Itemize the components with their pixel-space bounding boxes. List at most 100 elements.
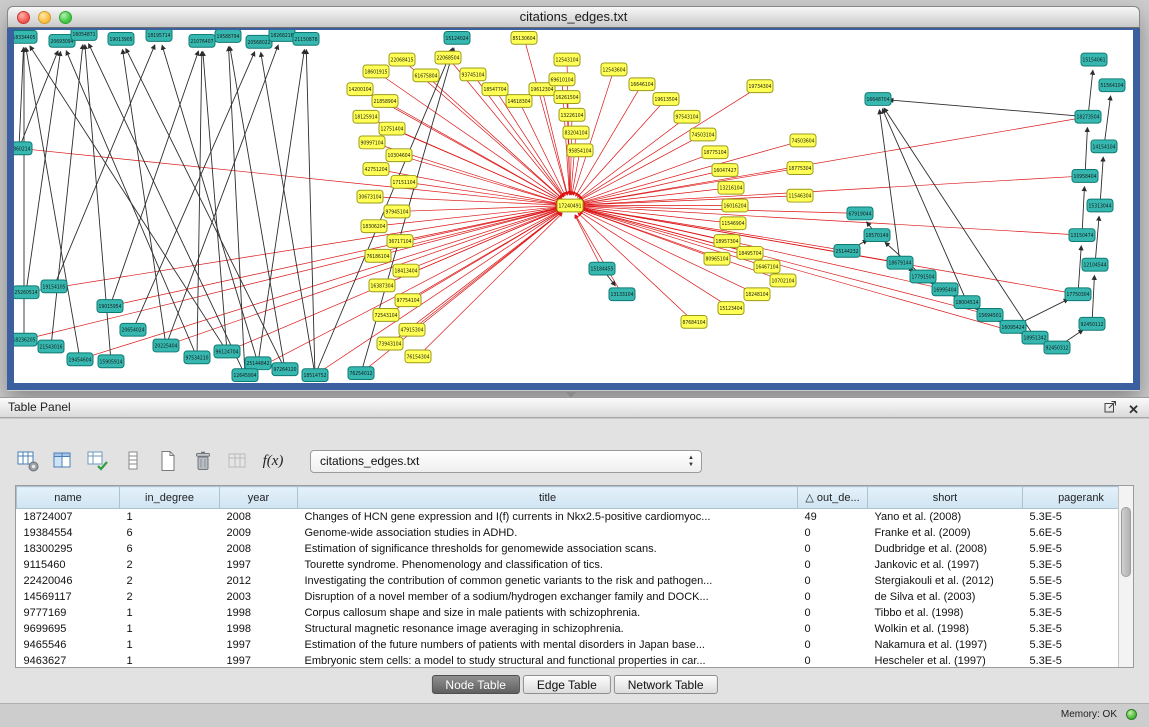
graph-node[interactable]: 18775304 — [787, 162, 813, 175]
graph-node[interactable]: 16648704 — [865, 93, 891, 106]
graph-node[interactable]: 47915304 — [399, 323, 425, 336]
graph-node[interactable]: 18248104 — [744, 288, 770, 301]
minimize-window-button[interactable] — [38, 11, 51, 24]
graph-node[interactable]: 22068504 — [435, 51, 461, 64]
function-builder-button[interactable]: f(x) — [259, 448, 287, 475]
graph-node[interactable]: 15123404 — [718, 302, 744, 315]
graph-node[interactable]: 97945104 — [384, 205, 410, 218]
graph-node[interactable]: 20654024 — [120, 323, 146, 336]
graph-node[interactable]: 15154061 — [1081, 53, 1107, 66]
graph-node[interactable]: 18195714 — [146, 30, 172, 41]
graph-node[interactable]: 30673104 — [357, 190, 383, 203]
column-header-year[interactable]: year — [220, 487, 298, 509]
graph-node[interactable]: 19860214 — [14, 142, 32, 155]
table-scrollbar[interactable] — [1118, 486, 1133, 667]
column-header-title[interactable]: title — [298, 487, 798, 509]
graph-node[interactable]: 97264120 — [272, 363, 298, 376]
graph-node[interactable]: 93745104 — [460, 68, 486, 81]
graph-node[interactable]: 10304604 — [386, 149, 412, 162]
graph-node[interactable]: 67919044 — [847, 207, 873, 220]
graph-node[interactable]: 19454604 — [67, 353, 93, 366]
merge-table-button[interactable] — [224, 448, 252, 475]
graph-node[interactable]: 15905914 — [98, 355, 124, 368]
graph-node[interactable]: 12104544 — [1082, 258, 1108, 271]
graph-node[interactable]: 19154105 — [41, 280, 67, 293]
graph-node[interactable]: 17791504 — [910, 270, 936, 283]
graph-node[interactable]: 16387304 — [369, 279, 395, 292]
delete-column-button[interactable] — [189, 448, 217, 475]
graph-node[interactable]: 18495704 — [737, 246, 763, 259]
zoom-window-button[interactable] — [59, 11, 72, 24]
graph-node[interactable]: 18570149 — [864, 229, 890, 242]
graph-node[interactable]: 21150878 — [293, 32, 319, 45]
graph-node[interactable]: 72543104 — [373, 309, 399, 322]
close-panel-icon[interactable]: ✕ — [1128, 402, 1139, 417]
graph-node[interactable]: 18125914 — [353, 110, 379, 123]
graph-node[interactable]: 74503604 — [790, 134, 816, 147]
graph-node[interactable]: 18334405 — [14, 30, 37, 43]
network-canvas[interactable]: 1833440520693094160548711901390518195714… — [14, 30, 1133, 383]
graph-node[interactable]: 19734304 — [747, 80, 773, 93]
graph-node[interactable]: 87684104 — [681, 315, 707, 328]
table-row[interactable]: 911546021997Tourette syndrome. Phenomeno… — [17, 557, 1135, 573]
graph-node[interactable]: 19588794 — [215, 30, 241, 42]
graph-node[interactable]: 18601915 — [363, 65, 389, 78]
graph-node[interactable]: 21076407 — [189, 34, 215, 47]
graph-node[interactable]: 42751204 — [363, 163, 389, 176]
graph-node[interactable]: 97754104 — [395, 294, 421, 307]
graph-node[interactable]: 12645904 — [232, 369, 258, 382]
graph-node[interactable]: 18273504 — [1075, 110, 1101, 123]
graph-node[interactable]: 14200104 — [347, 83, 373, 96]
graph-node[interactable]: 80965104 — [704, 252, 730, 265]
graph-node[interactable]: 18236205 — [14, 333, 37, 346]
table-row[interactable]: 977716911998Corpus callosum shape and si… — [17, 605, 1135, 621]
graph-node[interactable]: 15694501 — [977, 309, 1003, 322]
table-row[interactable]: 1872400712008Changes of HCN gene express… — [17, 509, 1135, 526]
graph-node[interactable]: 18306204 — [361, 220, 387, 233]
float-panel-icon[interactable] — [1104, 400, 1117, 418]
graph-node[interactable]: 85130604 — [511, 31, 537, 44]
graph-node[interactable]: 18957304 — [714, 235, 740, 248]
column-header-name[interactable]: name — [17, 487, 120, 509]
column-header-short[interactable]: short — [868, 487, 1023, 509]
graph-node[interactable]: 21858904 — [372, 95, 398, 108]
column-header-in_degree[interactable]: in_degree — [120, 487, 220, 509]
graph-node[interactable]: 15124024 — [444, 31, 470, 44]
graph-node[interactable]: 15184455 — [589, 262, 615, 275]
graph-node[interactable]: 76254012 — [348, 367, 374, 380]
graph-node[interactable]: 18268216 — [269, 30, 295, 41]
graph-node[interactable]: 61675804 — [413, 69, 439, 82]
graph-node[interactable]: 17151104 — [391, 175, 417, 188]
graph-node[interactable]: 69610104 — [549, 73, 575, 86]
graph-node[interactable]: 20568022 — [246, 35, 272, 48]
table-row[interactable]: 946362711997Embryonic stem cells: a mode… — [17, 653, 1135, 668]
graph-node[interactable]: 12543604 — [601, 63, 627, 76]
graph-node[interactable]: 73943104 — [377, 337, 403, 350]
graph-node[interactable]: 19013905 — [108, 32, 134, 45]
table-scrollbar-thumb[interactable] — [1121, 507, 1131, 577]
graph-node[interactable]: 97534210 — [184, 351, 210, 364]
graph-node[interactable]: 10958404 — [1072, 170, 1098, 183]
graph-node[interactable]: 76186104 — [365, 249, 391, 262]
graph-node[interactable]: 16261504 — [554, 91, 580, 104]
graph-node[interactable]: 19015954 — [97, 300, 123, 313]
graph-node[interactable]: 92450312 — [1044, 341, 1070, 354]
graph-node[interactable]: 12543104 — [554, 53, 580, 66]
graph-node[interactable]: 16047427 — [712, 164, 738, 177]
graph-node[interactable]: 18679144 — [887, 256, 913, 269]
column-header-out_degree[interactable]: △ out_de... — [798, 487, 868, 509]
graph-node[interactable]: 25144842 — [245, 357, 271, 370]
graph-node[interactable]: 36717104 — [387, 235, 413, 248]
graph-node[interactable]: 25260514 — [14, 286, 39, 299]
row-height-button[interactable] — [119, 448, 147, 475]
tab-edge-table[interactable]: Edge Table — [523, 675, 611, 694]
table-row[interactable]: 1830029562008Estimation of significance … — [17, 541, 1135, 557]
graph-node[interactable]: 92450112 — [1079, 317, 1105, 330]
graph-node[interactable]: 18413404 — [393, 264, 419, 277]
graph-node[interactable]: 16016204 — [722, 199, 748, 212]
graph-node[interactable]: 16995404 — [932, 283, 958, 296]
graph-node[interactable]: 16054871 — [71, 30, 97, 40]
graph-node[interactable]: 16095424 — [1000, 320, 1026, 333]
graph-node[interactable]: 22068415 — [389, 53, 415, 66]
graph-node[interactable]: 16467104 — [754, 260, 780, 273]
